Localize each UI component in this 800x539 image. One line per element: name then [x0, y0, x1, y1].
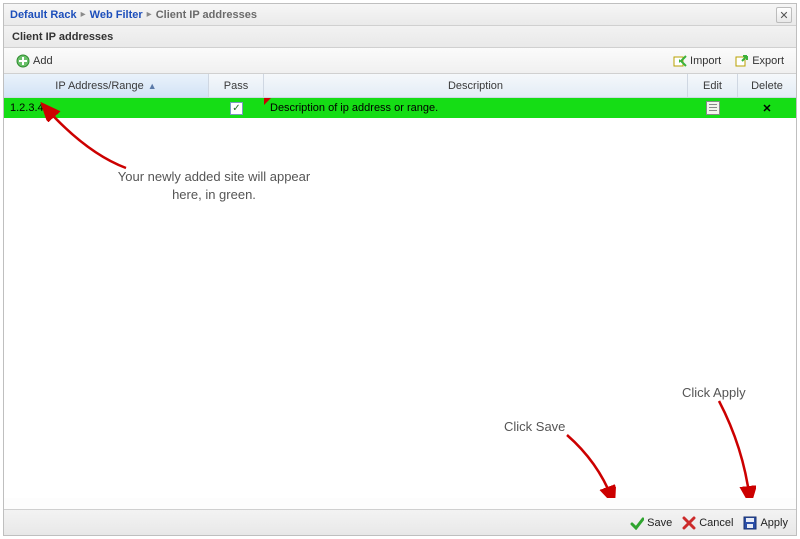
column-header-edit-label: Edit [703, 80, 722, 92]
edit-icon [706, 101, 720, 115]
apply-label: Apply [760, 517, 788, 529]
annotation-click-apply: Click Apply [682, 384, 746, 402]
cell-edit[interactable] [688, 98, 738, 118]
import-icon [673, 54, 687, 68]
cell-ip[interactable]: 1.2.3.4 [4, 98, 209, 118]
arrow-icon [559, 433, 629, 498]
export-icon [735, 54, 749, 68]
cancel-label: Cancel [699, 517, 733, 529]
footer-bar: Save Cancel Apply [4, 509, 796, 535]
add-icon [16, 54, 30, 68]
cancel-x-icon [682, 516, 696, 530]
dirty-marker-icon [264, 98, 271, 105]
column-header-description[interactable]: Description [264, 74, 688, 97]
column-header-ip[interactable]: IP Address/Range ▲ [4, 74, 209, 97]
arrow-icon [704, 399, 774, 498]
breadcrumb-sep-icon: ▸ [81, 9, 86, 20]
panel-title: Client IP addresses [4, 26, 796, 48]
close-button[interactable]: ✕ [776, 7, 792, 23]
breadcrumb-web-filter[interactable]: Web Filter [90, 9, 143, 21]
save-check-icon [630, 516, 644, 530]
import-button[interactable]: Import [667, 52, 727, 70]
export-label: Export [752, 55, 784, 67]
add-button[interactable]: Add [10, 52, 59, 70]
breadcrumb: Default Rack ▸ Web Filter ▸ Client IP ad… [4, 4, 796, 26]
grid-body: 1.2.3.4 ✓ Description of ip address or r… [4, 98, 796, 498]
sort-asc-icon: ▲ [148, 81, 157, 91]
cell-description[interactable]: Description of ip address or range. [264, 98, 688, 118]
apply-disk-icon [743, 516, 757, 530]
apply-button[interactable]: Apply [743, 516, 788, 530]
column-header-description-label: Description [448, 80, 503, 92]
panel-title-text: Client IP addresses [12, 31, 113, 43]
dialog-window: Default Rack ▸ Web Filter ▸ Client IP ad… [3, 3, 797, 536]
toolbar: Add Import Export [4, 48, 796, 74]
column-header-pass[interactable]: Pass [209, 74, 264, 97]
table-row[interactable]: 1.2.3.4 ✓ Description of ip address or r… [4, 98, 796, 118]
cell-delete[interactable]: ✕ [738, 98, 796, 118]
pass-checkbox[interactable]: ✓ [230, 102, 243, 115]
add-label: Add [33, 55, 53, 67]
export-button[interactable]: Export [729, 52, 790, 70]
annotation-new-row: Your newly added site will appear here, … [84, 168, 344, 203]
cell-ip-value: 1.2.3.4 [10, 102, 44, 114]
delete-icon: ✕ [762, 102, 771, 115]
save-button[interactable]: Save [630, 516, 672, 530]
breadcrumb-current: Client IP addresses [156, 9, 257, 21]
import-label: Import [690, 55, 721, 67]
breadcrumb-sep-icon: ▸ [147, 9, 152, 20]
breadcrumb-root[interactable]: Default Rack [10, 9, 77, 21]
grid-header: IP Address/Range ▲ Pass Description Edit… [4, 74, 796, 98]
column-header-ip-label: IP Address/Range [55, 80, 143, 92]
annotation-click-save: Click Save [504, 418, 565, 436]
save-label: Save [647, 517, 672, 529]
column-header-delete[interactable]: Delete [738, 74, 796, 97]
column-header-edit[interactable]: Edit [688, 74, 738, 97]
column-header-pass-label: Pass [224, 80, 248, 92]
check-icon: ✓ [232, 103, 240, 114]
cancel-button[interactable]: Cancel [682, 516, 733, 530]
cell-pass[interactable]: ✓ [209, 98, 264, 118]
column-header-delete-label: Delete [751, 80, 783, 92]
close-icon: ✕ [779, 9, 788, 22]
cell-description-value: Description of ip address or range. [270, 102, 438, 114]
